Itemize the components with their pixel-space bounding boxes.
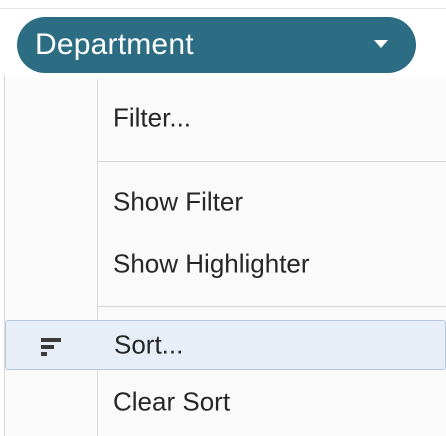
menu-item-label: Filter... [113,102,192,133]
menu-item-show-highlighter[interactable]: Show Highlighter [5,239,446,289]
view-background [0,0,446,9]
menu-item-label: Clear Sort [113,386,231,417]
menu-item-label: Sort... [114,329,184,360]
menu-item-clear-sort[interactable]: Clear Sort [5,377,446,427]
menu-separator [98,161,446,162]
context-menu: Filter... Show Filter Show Highlighter S… [5,79,446,436]
pill-label: Department [35,28,194,61]
menu-separator [98,306,446,307]
menu-item-label: Show Highlighter [113,248,310,279]
menu-item-sort[interactable]: Sort... [5,320,446,370]
chevron-down-icon[interactable] [374,40,388,48]
department-field-pill[interactable]: Department [17,17,416,73]
sort-icon [41,338,63,356]
menu-item-show-filter[interactable]: Show Filter [5,177,446,227]
menu-item-label: Show Filter [113,186,244,217]
menu-item-filter[interactable]: Filter... [5,93,446,143]
